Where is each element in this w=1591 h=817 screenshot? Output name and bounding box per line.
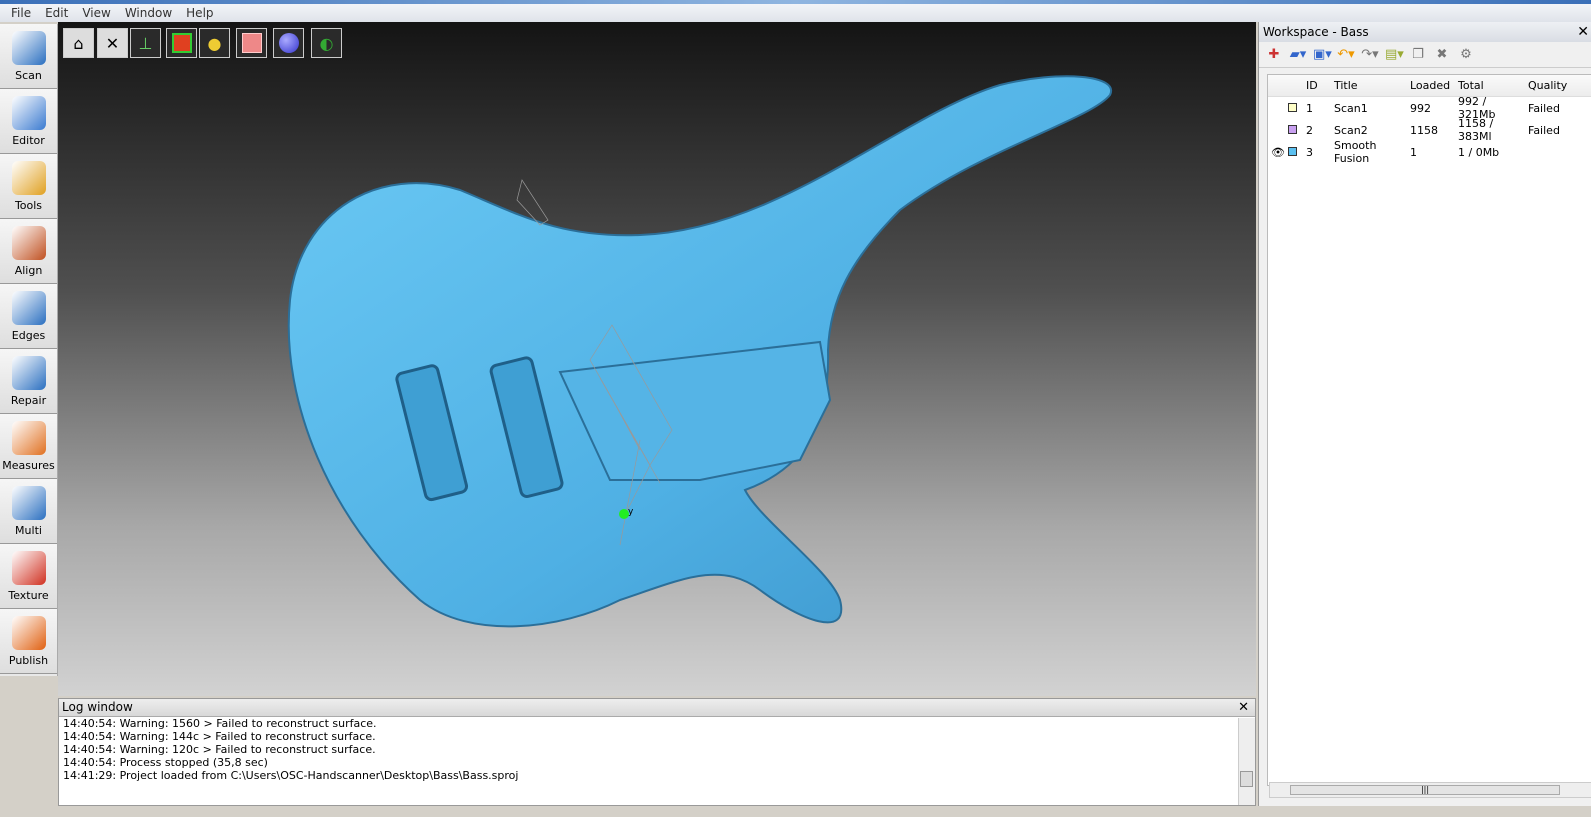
- 3d-viewport[interactable]: ⌂ ✕ ⊥ ● ◐ y: [58, 22, 1256, 696]
- multi-icon: [11, 485, 46, 520]
- table-row[interactable]: 1 Scan1 992 992 / 321Mb Failed: [1268, 95, 1591, 121]
- workspace-table: ID Title Loaded Total Quality 1 Scan1 99…: [1267, 74, 1591, 786]
- menu-bar: File Edit View Window Help: [0, 4, 1591, 22]
- log-close-button[interactable]: ✕: [1238, 699, 1249, 716]
- tools-icon: [11, 160, 46, 195]
- row-quality: Failed: [1528, 101, 1560, 115]
- tool-label: Tools: [14, 198, 43, 212]
- undo-icon[interactable]: ↶▾: [1337, 46, 1355, 64]
- tool-tools-button[interactable]: Tools: [0, 154, 57, 219]
- row-loaded: 1: [1410, 145, 1417, 159]
- open-icon[interactable]: ▰▾: [1289, 46, 1307, 64]
- row-title: Scan2: [1334, 123, 1368, 137]
- copy-icon[interactable]: ❐: [1409, 46, 1427, 64]
- col-title[interactable]: Title: [1334, 79, 1410, 92]
- measures-icon: [11, 420, 46, 455]
- tool-align-button[interactable]: Align: [0, 219, 57, 284]
- model-view: y: [287, 75, 1113, 628]
- scan-icon: [11, 30, 46, 65]
- menu-edit[interactable]: Edit: [38, 6, 75, 20]
- tool-measures-button[interactable]: Measures: [0, 414, 57, 479]
- tool-label: Scan: [15, 68, 42, 82]
- col-loaded[interactable]: Loaded: [1410, 79, 1458, 92]
- editor-icon: [11, 95, 46, 130]
- log-line: 14:40:54: Warning: 1560 > Failed to reco…: [63, 717, 377, 730]
- col-quality[interactable]: Quality: [1524, 79, 1574, 92]
- row-total: 1158 / 383Ml: [1458, 117, 1494, 143]
- color-swatch[interactable]: [1288, 102, 1297, 112]
- workspace-hscrollbar[interactable]: |||: [1269, 782, 1591, 798]
- menu-view[interactable]: View: [75, 6, 117, 20]
- align-icon: [11, 225, 46, 260]
- hscroll-thumb[interactable]: |||: [1290, 785, 1560, 795]
- eye-icon[interactable]: 👁: [1268, 146, 1288, 159]
- menu-help[interactable]: Help: [179, 6, 220, 20]
- row-loaded: 992: [1410, 101, 1431, 115]
- row-quality: Failed: [1528, 123, 1560, 137]
- menu-window[interactable]: Window: [118, 6, 179, 20]
- menu-file[interactable]: File: [4, 6, 38, 20]
- delete-icon[interactable]: ✖: [1433, 46, 1451, 64]
- color-swatch[interactable]: [1288, 124, 1297, 134]
- col-total[interactable]: Total: [1458, 79, 1524, 92]
- tool-label: Measures: [2, 458, 55, 472]
- table-row[interactable]: 👁 3 Smooth Fusion 1 1 / 0Mb: [1268, 139, 1591, 165]
- log-title: Log window: [62, 700, 133, 714]
- row-loaded: 1158: [1410, 123, 1438, 137]
- col-id[interactable]: ID: [1306, 79, 1334, 92]
- left-toolbar: Scan Editor Tools Align Edges Repair Measures M…: [0, 24, 58, 676]
- log-line: 14:40:54: Warning: 120c > Failed to reco…: [63, 743, 376, 756]
- tool-multi-button[interactable]: Multi: [0, 479, 57, 544]
- publish-icon: [11, 615, 46, 650]
- row-id: 2: [1306, 123, 1313, 137]
- repair-icon: [11, 355, 46, 390]
- log-line: 14:41:29: Project loaded from C:\Users\O…: [63, 769, 519, 782]
- redo-icon[interactable]: ↷▾: [1361, 46, 1379, 64]
- clipboard-icon[interactable]: ▤▾: [1385, 46, 1404, 64]
- log-scroll-thumb[interactable]: [1240, 771, 1253, 787]
- log-line: 14:40:54: Process stopped (35,8 sec): [63, 756, 268, 769]
- row-title: Scan1: [1334, 101, 1368, 115]
- table-row[interactable]: 2 Scan2 1158 1158 / 383Ml Failed: [1268, 117, 1591, 143]
- workspace-panel: Workspace - Bass ✕ ✚ ▰▾ ▣▾ ↶▾ ↷▾ ▤▾ ❐ ✖ ⚙…: [1258, 22, 1591, 806]
- settings-icon[interactable]: ⚙: [1457, 46, 1475, 64]
- new-icon[interactable]: ✚: [1265, 46, 1283, 64]
- tool-label: Publish: [8, 653, 49, 667]
- tool-label: Multi: [15, 523, 42, 537]
- tool-label: Edges: [11, 328, 46, 342]
- save-icon[interactable]: ▣▾: [1313, 46, 1332, 64]
- tool-editor-button[interactable]: Editor: [0, 89, 57, 154]
- workspace-title: Workspace - Bass: [1263, 25, 1369, 39]
- row-id: 1: [1306, 101, 1313, 115]
- row-title: Smooth Fusion: [1334, 139, 1377, 165]
- table-header: ID Title Loaded Total Quality: [1268, 75, 1591, 97]
- tool-edges-button[interactable]: Edges: [0, 284, 57, 349]
- tool-label: Align: [14, 263, 43, 277]
- row-total: 1 / 0Mb: [1458, 145, 1500, 159]
- tool-texture-button[interactable]: Texture: [0, 544, 57, 609]
- tool-label: Texture: [8, 588, 49, 602]
- tool-repair-button[interactable]: Repair: [0, 349, 57, 414]
- tool-scan-button[interactable]: Scan: [0, 24, 57, 89]
- tool-label: Editor: [12, 133, 45, 147]
- texture-icon: [11, 550, 46, 585]
- log-line: 14:40:54: Warning: 144c > Failed to reco…: [63, 730, 376, 743]
- color-swatch[interactable]: [1288, 146, 1297, 156]
- guitar-model: [287, 75, 1113, 628]
- workspace-close-button[interactable]: ✕: [1577, 22, 1589, 42]
- edges-icon: [11, 290, 46, 325]
- log-scrollbar[interactable]: [1238, 718, 1255, 805]
- log-window: Log window ✕ 14:40:54: Warning: 1560 > Fa…: [58, 698, 1256, 806]
- row-id: 3: [1306, 145, 1313, 159]
- tool-publish-button[interactable]: Publish: [0, 609, 57, 674]
- workspace-toolbar: ✚ ▰▾ ▣▾ ↶▾ ↷▾ ▤▾ ❐ ✖ ⚙: [1259, 42, 1591, 68]
- tool-label: Repair: [10, 393, 47, 407]
- axis-label: y: [628, 507, 634, 517]
